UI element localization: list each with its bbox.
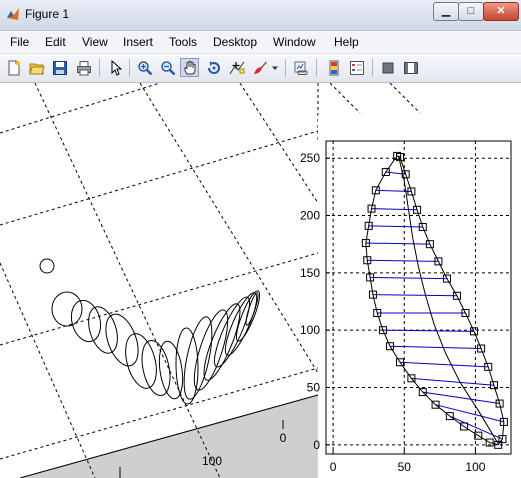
right-axes-panel[interactable]: 0 50 100 0 50 100 150 200 250 [300, 115, 521, 478]
insert-colorbar-icon[interactable] [324, 58, 343, 77]
insert-legend-icon[interactable] [347, 58, 366, 77]
toolbar-separator [316, 59, 317, 77]
show-plot-tools-icon[interactable] [401, 58, 420, 77]
menu-desktop[interactable]: Desktop [213, 35, 257, 49]
new-figure-icon[interactable] [4, 58, 23, 77]
x-tick-label: 50 [398, 460, 412, 474]
close-button[interactable]: ✕ [483, 2, 519, 21]
toolbar-separator [129, 59, 130, 77]
zoom-in-icon[interactable] [135, 58, 154, 77]
menu-window[interactable]: Window [273, 35, 316, 49]
print-icon[interactable] [74, 58, 93, 77]
menu-file[interactable]: File [10, 35, 29, 49]
x-tick-label: 0 [330, 460, 337, 474]
right-axes-box [325, 140, 512, 455]
rotate-3d-icon[interactable] [204, 58, 223, 77]
y-tick-label: 50 [307, 381, 321, 395]
minimize-button[interactable]: ▁ [433, 2, 459, 21]
maximize-button[interactable]: □ [458, 2, 484, 21]
y-tick-label: 150 [300, 266, 320, 280]
pan-hand-icon[interactable] [180, 58, 199, 77]
hide-plot-tools-icon[interactable] [378, 58, 397, 77]
y-tick-label: 200 [300, 209, 320, 223]
menu-help[interactable]: Help [334, 35, 359, 49]
dropdown-arrow-icon[interactable] [270, 58, 280, 77]
toolbar-separator [372, 59, 373, 77]
brush-icon[interactable] [250, 58, 269, 77]
x-tick-label: 100 [465, 460, 485, 474]
figure-canvas[interactable]: 0 100 0 50 100 0 50 100 150 200 250 [0, 83, 521, 478]
window-title: Figure 1 [25, 7, 70, 21]
zoom-out-icon[interactable] [158, 58, 177, 77]
link-plot-icon[interactable] [291, 58, 310, 77]
matlab-logo-icon [7, 8, 19, 20]
menu-edit[interactable]: Edit [45, 35, 66, 49]
open-file-icon[interactable] [27, 58, 46, 77]
toolbar-separator [99, 59, 100, 77]
data-cursor-icon[interactable] [227, 58, 246, 77]
menu-insert[interactable]: Insert [123, 35, 153, 49]
menu-bar: File Edit View Insert Tools Desktop Wind… [0, 31, 521, 53]
y-tick-label: 0 [313, 438, 320, 452]
save-icon[interactable] [50, 58, 69, 77]
menu-view[interactable]: View [82, 35, 108, 49]
toolbar-separator [285, 59, 286, 77]
menu-tools[interactable]: Tools [169, 35, 197, 49]
y-tick-label: 100 [300, 323, 320, 337]
title-bar: Figure 1 ▁ □ ✕ [0, 0, 521, 31]
y-tick-label: 250 [300, 151, 320, 165]
figure-toolbar [0, 54, 521, 83]
axis-tick-label: 0 [280, 431, 287, 445]
edit-plot-arrow-icon[interactable] [106, 58, 125, 77]
axis-tick-label: 100 [202, 454, 222, 468]
